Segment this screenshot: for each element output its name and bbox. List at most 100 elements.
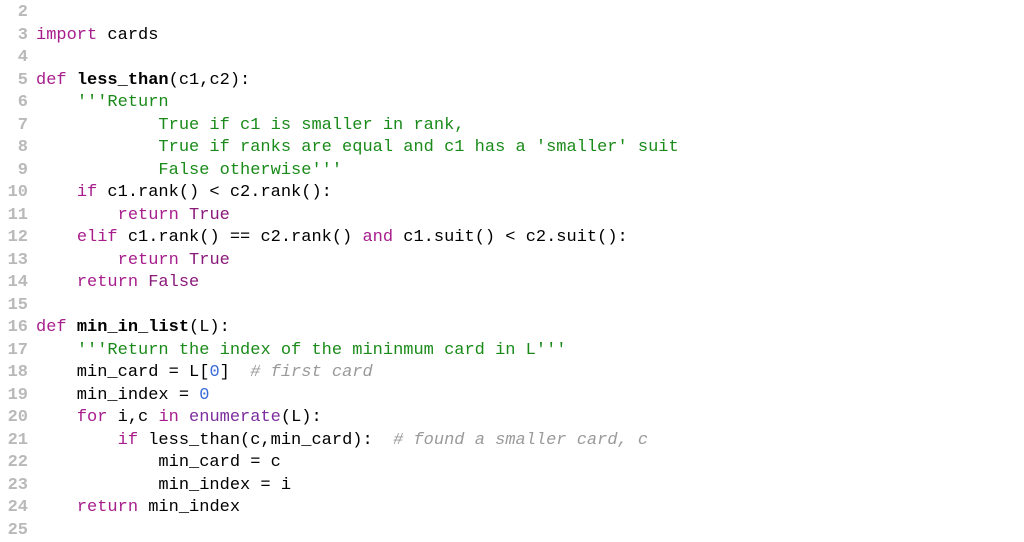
- line-number: 25: [0, 520, 28, 542]
- code-line: return True: [36, 250, 1024, 273]
- token-txt: min_card = L[: [36, 363, 209, 382]
- line-number: 4: [0, 47, 28, 70]
- token-comment: # first card: [250, 363, 372, 382]
- token-txt: min_index = i: [36, 476, 291, 495]
- token-txt: [179, 408, 189, 427]
- code-line: '''Return the index of the mininmum card…: [36, 340, 1024, 363]
- token-kw: return: [118, 251, 179, 270]
- token-str: '''Return the index of the mininmum card…: [77, 341, 567, 360]
- token-kw: def: [36, 318, 67, 337]
- code-line: min_index = 0: [36, 385, 1024, 408]
- token-txt: [36, 498, 77, 517]
- code-line: min_index = i: [36, 475, 1024, 498]
- line-number: 16: [0, 317, 28, 340]
- token-txt: [179, 206, 189, 225]
- code-line: False otherwise''': [36, 160, 1024, 183]
- code-line: if c1.rank() < c2.rank():: [36, 182, 1024, 205]
- token-builtin: enumerate: [189, 408, 281, 427]
- token-kw: in: [158, 408, 178, 427]
- line-number: 14: [0, 272, 28, 295]
- token-const: False: [148, 273, 199, 292]
- token-str: True if ranks are equal and c1 has a 'sm…: [36, 138, 679, 157]
- line-number: 5: [0, 70, 28, 93]
- token-txt: [36, 93, 77, 112]
- code-line: [36, 295, 1024, 318]
- token-const: True: [189, 206, 230, 225]
- line-number: 8: [0, 137, 28, 160]
- token-txt: [36, 251, 118, 270]
- line-number: 7: [0, 115, 28, 138]
- code-line: import cards: [36, 25, 1024, 48]
- token-txt: min_index =: [36, 386, 199, 405]
- token-kw: if: [77, 183, 97, 202]
- token-txt: [67, 318, 77, 337]
- line-number: 23: [0, 475, 28, 498]
- token-str: False otherwise''': [36, 161, 342, 180]
- line-number: 19: [0, 385, 28, 408]
- token-txt: [179, 251, 189, 270]
- token-txt: ]: [220, 363, 251, 382]
- token-num: 0: [199, 386, 209, 405]
- token-txt: (c1,c2):: [169, 71, 251, 90]
- token-txt: [36, 273, 77, 292]
- token-comment: # found a smaller card, c: [393, 431, 648, 450]
- token-txt: (L):: [281, 408, 322, 427]
- line-number: 6: [0, 92, 28, 115]
- token-kw: def: [36, 71, 67, 90]
- token-kw: return: [77, 498, 138, 517]
- code-line: def min_in_list(L):: [36, 317, 1024, 340]
- token-txt: i,c: [107, 408, 158, 427]
- token-fn: min_in_list: [77, 318, 189, 337]
- token-txt: [36, 341, 77, 360]
- token-kw: if: [118, 431, 138, 450]
- line-number: 18: [0, 362, 28, 385]
- code-line: [36, 47, 1024, 70]
- token-str: True if c1 is smaller in rank,: [36, 116, 464, 135]
- line-number: 9: [0, 160, 28, 183]
- token-txt: [36, 206, 118, 225]
- code-line: True if c1 is smaller in rank,: [36, 115, 1024, 138]
- code-line: [36, 520, 1024, 542]
- token-txt: c1.rank() < c2.rank():: [97, 183, 332, 202]
- token-txt: [67, 71, 77, 90]
- code-line: return True: [36, 205, 1024, 228]
- token-txt: [36, 408, 77, 427]
- token-txt: [36, 183, 77, 202]
- token-txt: (L):: [189, 318, 230, 337]
- token-num: 0: [209, 363, 219, 382]
- code-line: for i,c in enumerate(L):: [36, 407, 1024, 430]
- line-number: 20: [0, 407, 28, 430]
- token-kw: elif: [77, 228, 118, 247]
- line-number: 13: [0, 250, 28, 273]
- token-kw: import: [36, 26, 97, 45]
- line-number: 22: [0, 452, 28, 475]
- code-line: min_card = c: [36, 452, 1024, 475]
- token-const: True: [189, 251, 230, 270]
- token-fn: less_than: [77, 71, 169, 90]
- code-line: return False: [36, 272, 1024, 295]
- token-kw: return: [118, 206, 179, 225]
- line-number: 10: [0, 182, 28, 205]
- token-txt: c1.suit() < c2.suit():: [393, 228, 628, 247]
- code-line: def less_than(c1,c2):: [36, 70, 1024, 93]
- token-txt: min_card = c: [36, 453, 281, 472]
- line-number: 21: [0, 430, 28, 453]
- token-txt: c1.rank() == c2.rank(): [118, 228, 363, 247]
- code-line: True if ranks are equal and c1 has a 'sm…: [36, 137, 1024, 160]
- token-txt: [36, 228, 77, 247]
- token-kw: and: [362, 228, 393, 247]
- code-editor: 2345678910111213141516171819202122232425…: [0, 0, 1024, 542]
- token-str: '''Return: [77, 93, 169, 112]
- token-txt: less_than(c,min_card):: [138, 431, 393, 450]
- line-number: 24: [0, 497, 28, 520]
- code-line: [36, 2, 1024, 25]
- line-number-gutter: 2345678910111213141516171819202122232425: [0, 2, 34, 542]
- line-number: 12: [0, 227, 28, 250]
- line-number: 15: [0, 295, 28, 318]
- code-line: '''Return: [36, 92, 1024, 115]
- token-kw: return: [77, 273, 138, 292]
- token-txt: [138, 273, 148, 292]
- token-txt: [36, 431, 118, 450]
- line-number: 11: [0, 205, 28, 228]
- token-txt: min_index: [138, 498, 240, 517]
